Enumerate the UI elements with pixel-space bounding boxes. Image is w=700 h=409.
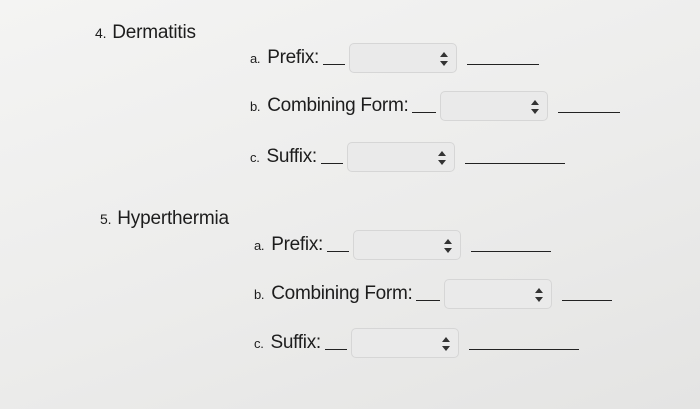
short-blank-line [327,251,349,252]
short-blank-line [324,349,347,350]
answer-blank-line [464,163,565,164]
q5-suffix-select[interactable] [350,328,459,358]
part-label: Combining Form: [271,283,413,304]
part-label: Prefix: [271,234,323,255]
part-label: Suffix: [270,332,322,353]
q5-combining-form-row: b. Combining Form: [254,278,613,310]
part-label: Prefix: [267,47,319,68]
q5-prefix-row: a. Prefix: [254,229,551,261]
short-blank-line [320,163,343,164]
q4-combining-form-row: b. Combining Form: [250,90,621,122]
part-label: Suffix: [266,146,318,167]
question-4-heading: 4. Dermatitis [95,22,196,44]
part-letter: a. [250,50,261,66]
part-letter: b. [254,286,265,302]
question-term: Dermatitis [112,22,196,43]
up-down-arrows-icon [440,52,448,66]
question-number: 5. [100,211,112,227]
short-blank-line [412,112,437,113]
answer-blank-line [467,64,539,65]
up-down-arrows-icon [441,337,450,351]
q4-combining-form-select[interactable] [440,91,549,121]
part-letter: a. [254,237,265,253]
answer-blank-line [471,251,551,252]
answer-blank-line [558,112,621,113]
question-number: 4. [95,25,107,41]
question-5-heading: 5. Hyperthermia [100,208,229,230]
part-letter: c. [250,149,260,165]
part-label: Combining Form: [267,95,409,116]
q4-prefix-select[interactable] [349,43,457,73]
q5-suffix-row: c. Suffix: [254,327,579,359]
up-down-arrows-icon [535,288,544,302]
q5-combining-form-select[interactable] [444,279,553,309]
question-term: Hyperthermia [117,208,229,229]
q4-suffix-row: c. Suffix: [250,141,565,173]
answer-blank-line [468,349,579,350]
up-down-arrows-icon [444,239,452,253]
q4-suffix-select[interactable] [346,142,455,172]
answer-blank-line [562,300,613,301]
up-down-arrows-icon [437,151,446,165]
part-letter: b. [250,98,261,114]
q4-prefix-row: a. Prefix: [250,42,539,74]
q5-prefix-select[interactable] [353,230,461,260]
short-blank-line [416,300,441,301]
up-down-arrows-icon [531,100,540,114]
short-blank-line [323,64,345,65]
part-letter: c. [254,335,264,351]
